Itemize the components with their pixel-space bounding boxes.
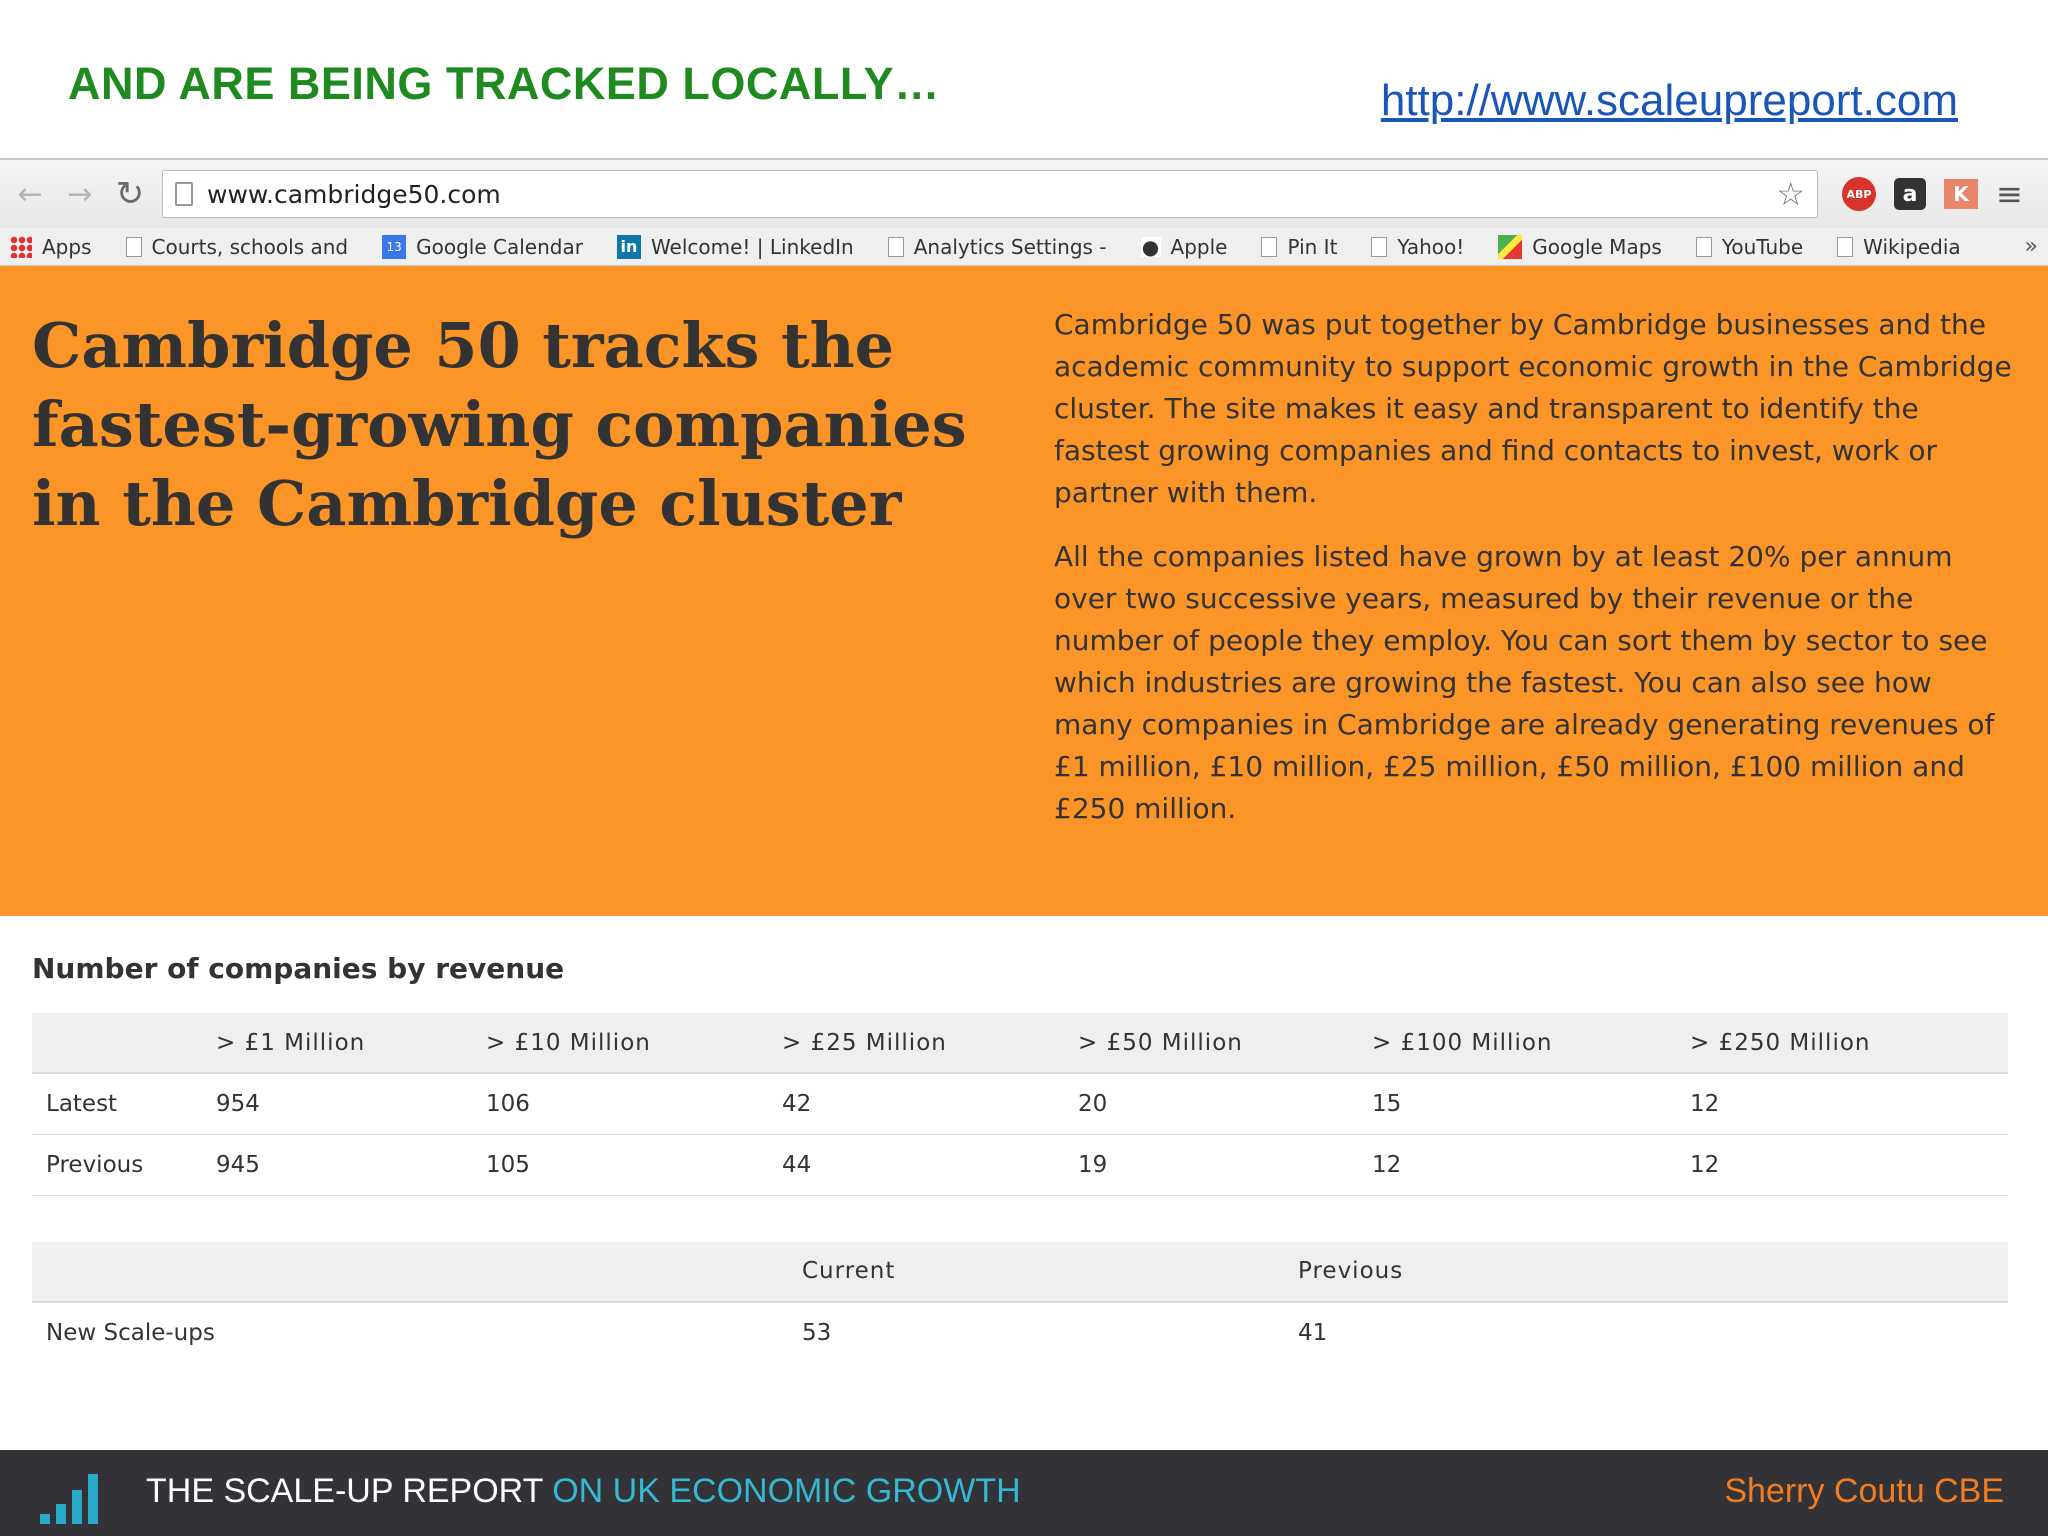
hero-paragraph: Cambridge 50 was put together by Cambrid…: [1054, 308, 2012, 509]
table-cell: 42: [782, 1073, 1078, 1135]
table-cell: 19: [1078, 1134, 1372, 1196]
table-cell: 12: [1690, 1134, 2008, 1196]
bookmark-apple[interactable]: ● Apple: [1140, 234, 1228, 259]
bookmark-google-calendar[interactable]: 13 Google Calendar: [382, 234, 583, 259]
page-icon: [1371, 236, 1388, 257]
apple-icon: ●: [1140, 234, 1161, 259]
browser-window: ← → ↻ www.cambridge50.com ☆ ABP a K ≡ Ap…: [0, 158, 2048, 1448]
revenue-table: > £1 Million > £10 Million > £25 Million…: [32, 1013, 2008, 1196]
bookmark-yahoo[interactable]: Yahoo!: [1371, 235, 1464, 259]
column-header[interactable]: > £50 Million: [1078, 1013, 1372, 1074]
adblock-icon[interactable]: ABP: [1842, 177, 1876, 211]
linkedin-icon: in: [616, 234, 641, 259]
stats-section: Number of companies by revenue > £1 Mill…: [32, 952, 2008, 1363]
column-header: [32, 1013, 216, 1074]
table-cell: 106: [486, 1073, 782, 1135]
column-header[interactable]: > £25 Million: [782, 1013, 1078, 1074]
table-cell: 105: [486, 1134, 782, 1196]
forward-icon[interactable]: →: [62, 176, 98, 212]
hero-heading: Cambridge 50 tracks the fastest-growing …: [32, 309, 967, 540]
bookmark-analytics[interactable]: Analytics Settings -: [887, 234, 1107, 259]
table-cell: 945: [216, 1134, 486, 1196]
maps-icon: [1498, 234, 1523, 259]
table-header-row: > £1 Million > £10 Million > £25 Million…: [32, 1013, 2008, 1074]
bookmark-label: Apple: [1170, 234, 1228, 259]
klout-icon[interactable]: K: [1944, 179, 1978, 209]
page-icon: [1261, 236, 1278, 257]
bookmark-label: Yahoo!: [1397, 234, 1465, 259]
url-text[interactable]: www.cambridge50.com: [207, 180, 1762, 209]
hero-paragraph: All the companies listed have grown by a…: [1054, 540, 1995, 825]
table-cell: 44: [782, 1134, 1078, 1196]
amazon-icon[interactable]: a: [1894, 178, 1926, 210]
column-header[interactable]: > £10 Million: [486, 1013, 782, 1074]
footer-author: Sherry Coutu CBE: [1724, 1472, 2004, 1510]
bookmark-label: Courts, schools and: [151, 234, 349, 259]
footer-title-accent: ON UK ECONOMIC GROWTH: [552, 1472, 1021, 1510]
bar-chart-logo-icon: [40, 1474, 98, 1524]
bookmark-label: Welcome! | LinkedIn: [650, 234, 854, 259]
back-icon[interactable]: ←: [12, 176, 48, 212]
column-header[interactable]: > £1 Million: [216, 1013, 486, 1074]
bookmark-linkedin[interactable]: in Welcome! | LinkedIn: [616, 234, 854, 259]
more-bookmarks-icon[interactable]: »: [2025, 234, 2038, 259]
table-cell: 12: [1690, 1073, 2008, 1135]
bookmark-youtube[interactable]: YouTube: [1695, 234, 1804, 259]
table-cell: 954: [216, 1073, 486, 1135]
bookmark-label: Apps: [42, 234, 92, 259]
browser-toolbar: ← → ↻ www.cambridge50.com ☆ ABP a K ≡: [0, 160, 2048, 228]
bookmark-apps[interactable]: Apps: [10, 235, 92, 259]
hero-description: Cambridge 50 was put together by Cambrid…: [1054, 304, 2014, 830]
bookmark-google-maps[interactable]: Google Maps: [1498, 234, 1662, 259]
row-label: New Scale-ups: [46, 1319, 215, 1346]
page-icon: [175, 182, 193, 206]
star-icon[interactable]: ☆: [1776, 175, 1805, 213]
page-icon: [1837, 236, 1854, 257]
footer-title-main: THE SCALE-UP REPORT: [146, 1472, 543, 1510]
hero-section: Cambridge 50 tracks the fastest-growing …: [0, 266, 2048, 916]
table-row: New Scale-ups 53 41: [32, 1302, 2008, 1363]
table-row: Latest 954 106 42 20 15 12: [32, 1073, 2008, 1135]
table-cell: 20: [1078, 1073, 1372, 1135]
row-label: Previous: [32, 1134, 216, 1196]
slide-title: AND ARE BEING TRACKED LOCALLY…: [68, 58, 940, 109]
scaleupreport-link[interactable]: http://www.scaleupreport.com: [1381, 76, 1958, 126]
bookmark-wikipedia[interactable]: Wikipedia: [1837, 235, 1961, 259]
apps-icon: [10, 235, 32, 258]
section-title: Number of companies by revenue: [32, 952, 565, 985]
bookmark-label: YouTube: [1721, 234, 1804, 259]
table-cell: 41: [1298, 1319, 1328, 1346]
calendar-icon: 13: [382, 234, 407, 259]
table-cell: 12: [1372, 1134, 1690, 1196]
column-header: [32, 1241, 802, 1303]
bookmark-courts[interactable]: Courts, schools and: [125, 234, 349, 259]
column-header[interactable]: > £250 Million: [1690, 1013, 2008, 1074]
footer-title: THE SCALE-UP REPORT ON UK ECONOMIC GROWT…: [146, 1472, 1021, 1511]
column-header[interactable]: > £100 Million: [1372, 1013, 1690, 1074]
table-cell: 15: [1372, 1073, 1690, 1135]
scaleup-table: Current Previous New Scale-ups 53 41: [32, 1241, 2008, 1363]
bookmark-label: Analytics Settings -: [913, 234, 1107, 259]
page-icon: [887, 236, 904, 257]
address-bar[interactable]: www.cambridge50.com ☆: [162, 170, 1818, 218]
row-label: Latest: [32, 1073, 216, 1135]
extensions: ABP a K ≡: [1842, 175, 2023, 213]
table-row: Previous 945 105 44 19 12 12: [32, 1134, 2008, 1196]
bookmark-label: Pin It: [1287, 234, 1338, 259]
bookmark-pin-it[interactable]: Pin It: [1261, 235, 1337, 259]
table-header-row: Current Previous: [32, 1241, 2008, 1303]
bookmark-label: Google Calendar: [416, 234, 583, 259]
bookmarks-bar: Apps Courts, schools and 13 Google Calen…: [0, 228, 2048, 266]
menu-icon[interactable]: ≡: [1996, 175, 2023, 213]
column-header[interactable]: Previous: [1298, 1241, 2008, 1303]
page-icon: [125, 236, 142, 257]
bookmark-label: Google Maps: [1532, 234, 1662, 259]
slide-footer: THE SCALE-UP REPORT ON UK ECONOMIC GROWT…: [0, 1450, 2048, 1536]
page-icon: [1695, 236, 1712, 257]
bookmark-label: Wikipedia: [1863, 234, 1961, 259]
reload-icon[interactable]: ↻: [112, 174, 148, 214]
table-cell: 53: [802, 1319, 832, 1346]
column-header[interactable]: Current: [802, 1241, 1298, 1303]
